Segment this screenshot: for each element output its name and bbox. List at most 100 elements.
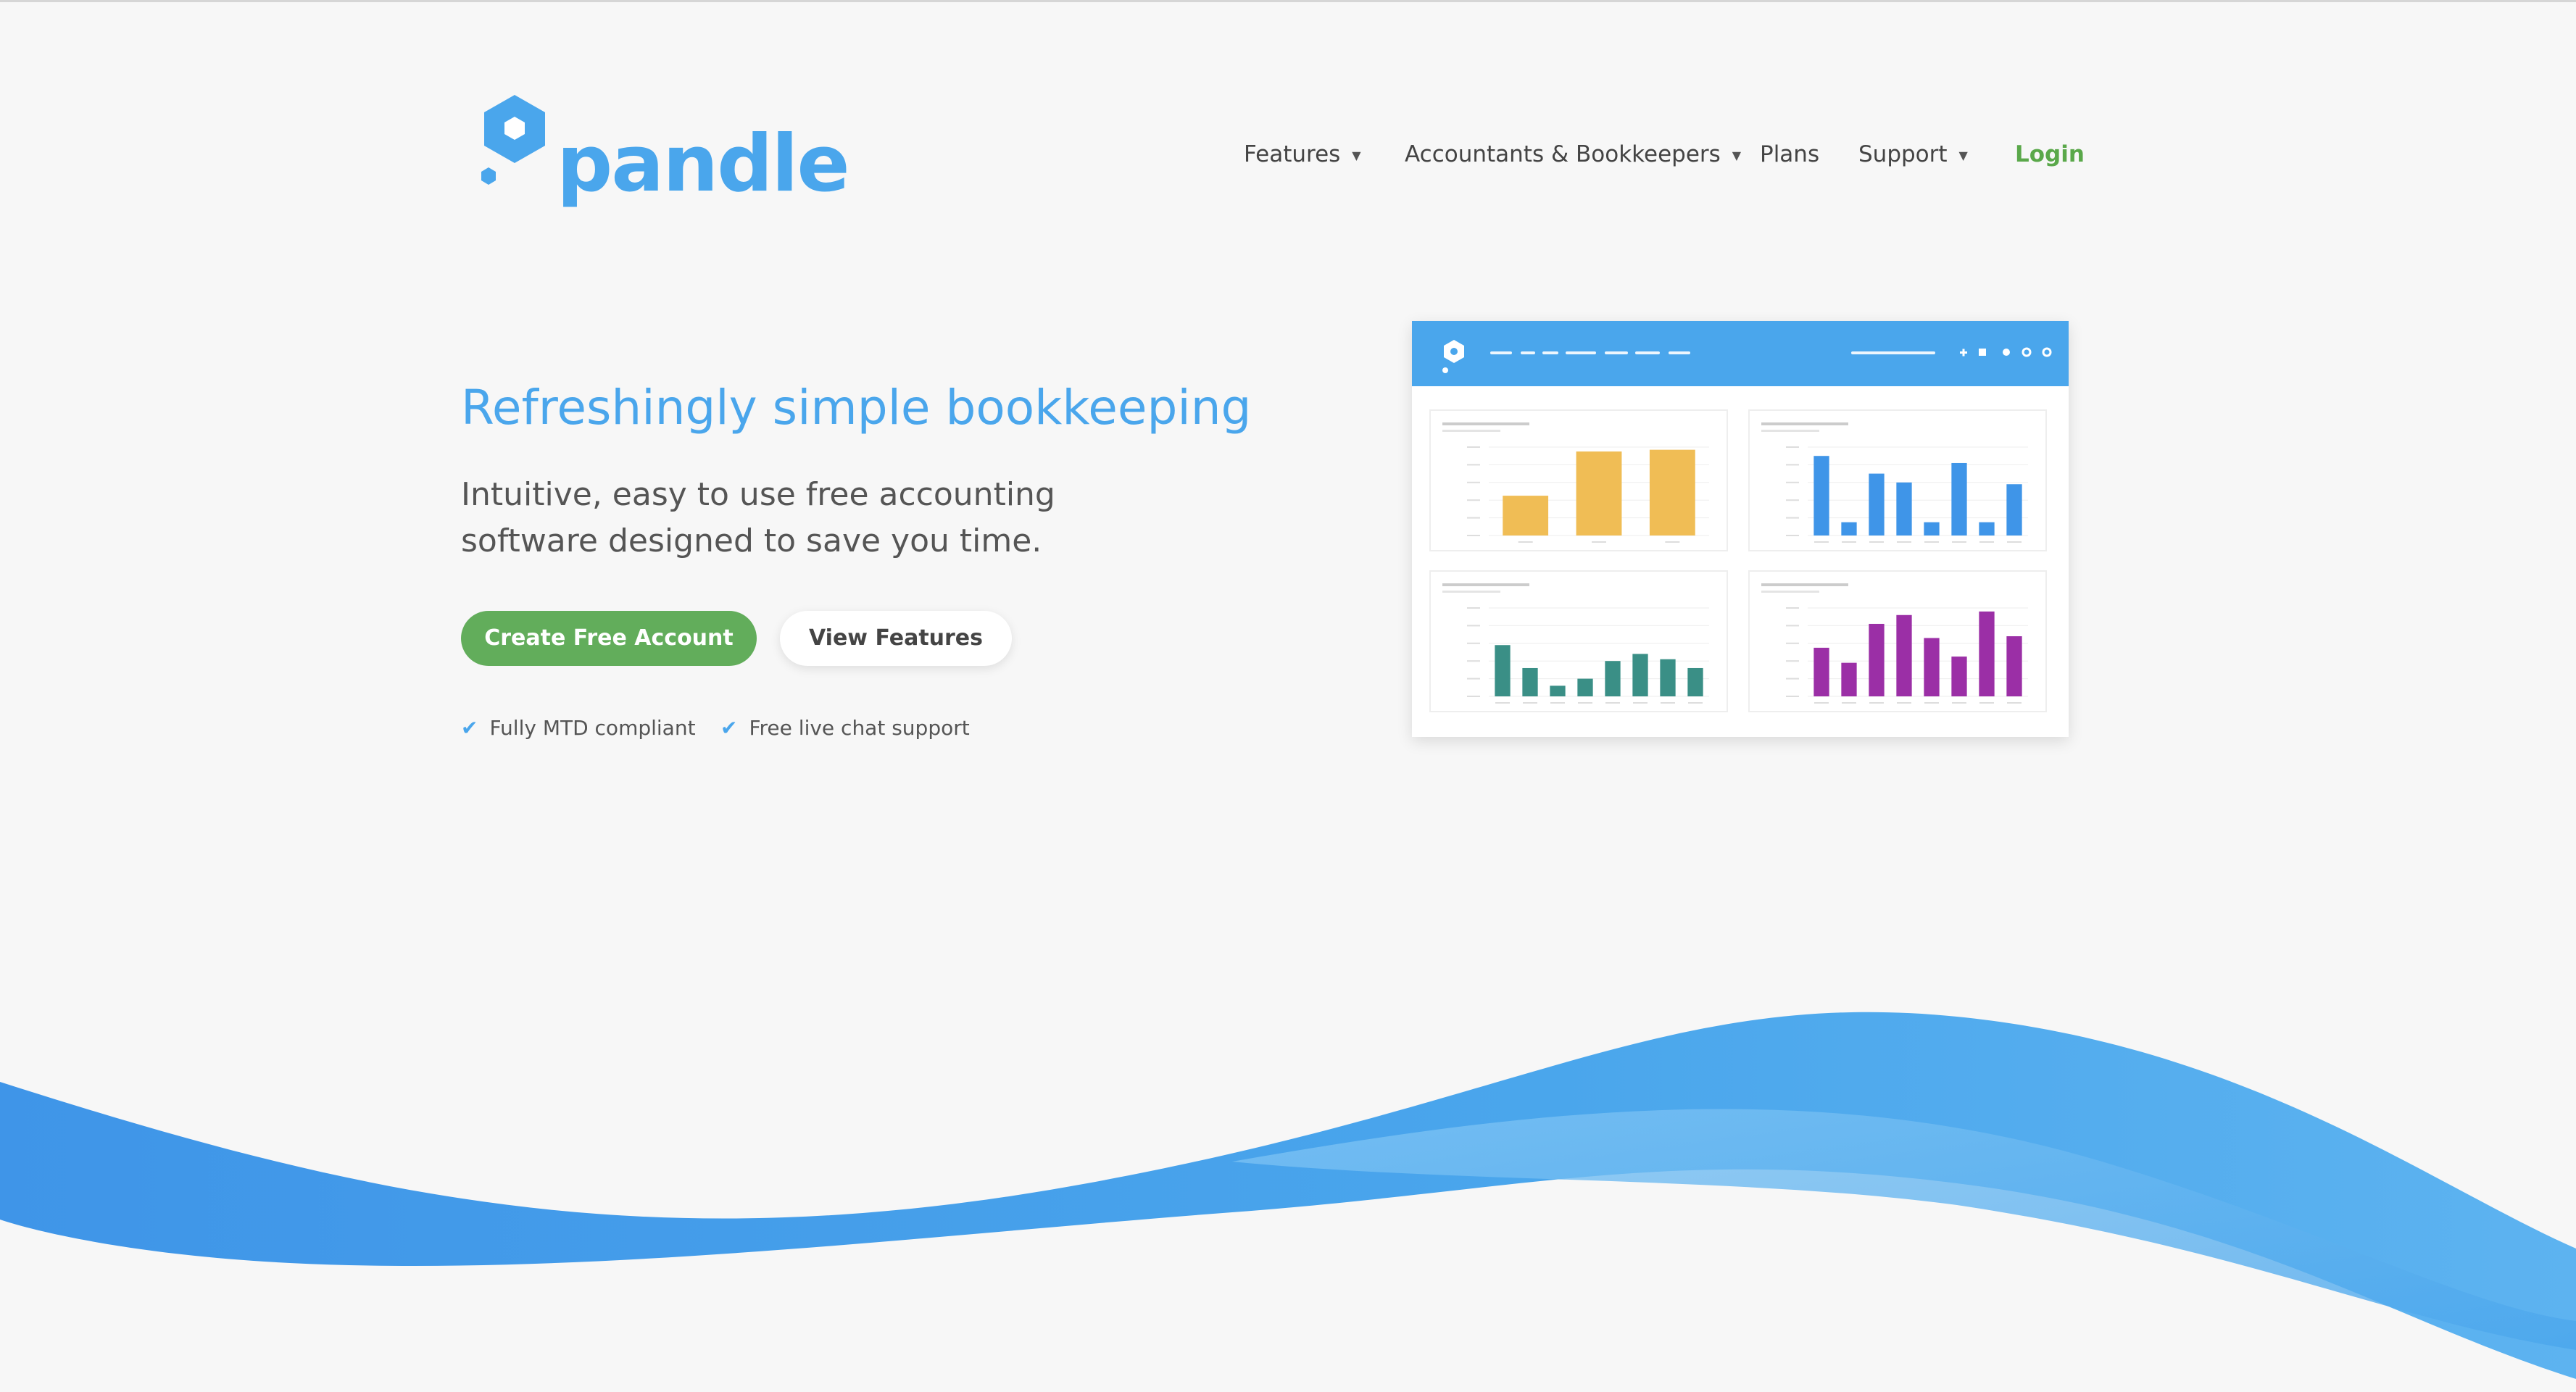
y-tick-placeholder bbox=[1786, 625, 1799, 627]
hero-subtitle: Intuitive, easy to use free accounting s… bbox=[461, 472, 1128, 564]
x-tick-placeholder bbox=[1495, 702, 1510, 704]
x-tick-placeholder bbox=[1814, 702, 1829, 704]
chart-bar bbox=[1896, 614, 1912, 696]
caret-down-icon: ▼ bbox=[1352, 148, 1361, 162]
chart-bar bbox=[1576, 451, 1622, 535]
y-tick-placeholder bbox=[1467, 446, 1480, 448]
checkmark-icon: ✔ bbox=[461, 716, 478, 740]
feature-check-chat: ✔ Free live chat support bbox=[720, 714, 970, 743]
x-tick-placeholder bbox=[1897, 541, 1911, 543]
x-tick-placeholder bbox=[1842, 541, 1856, 543]
panel-subtitle-placeholder bbox=[1761, 591, 1819, 593]
chart-bar bbox=[1605, 661, 1621, 696]
x-tick-placeholder bbox=[1665, 541, 1680, 543]
x-tick-placeholder bbox=[1633, 702, 1648, 704]
x-tick-placeholder bbox=[1924, 702, 1939, 704]
feature-check-mtd: ✔ Fully MTD compliant bbox=[461, 714, 696, 743]
panel-title-placeholder bbox=[1442, 422, 1529, 425]
chart-bar bbox=[1632, 654, 1648, 696]
y-tick-placeholder bbox=[1786, 607, 1799, 609]
chart-bar bbox=[1503, 496, 1549, 535]
panel-title-placeholder bbox=[1761, 422, 1848, 425]
x-tick-placeholder bbox=[1842, 702, 1856, 704]
y-tick-placeholder bbox=[1467, 464, 1480, 466]
y-tick-placeholder bbox=[1786, 660, 1799, 662]
chart-bar bbox=[1979, 611, 1995, 696]
nav-plans-label: Plans bbox=[1760, 141, 1820, 167]
y-tick-placeholder bbox=[1467, 696, 1480, 697]
y-tick-placeholder bbox=[1467, 660, 1480, 662]
chart-bar bbox=[1869, 473, 1885, 535]
chart-bar bbox=[1522, 667, 1538, 696]
nav-plans[interactable]: Plans bbox=[1760, 137, 1819, 172]
y-tick-placeholder bbox=[1786, 481, 1799, 483]
feature-check-label: Free live chat support bbox=[749, 716, 970, 740]
chart-bar bbox=[1951, 657, 1967, 696]
checkmark-icon: ✔ bbox=[720, 716, 738, 740]
chart-bar bbox=[1813, 647, 1829, 696]
hero-subtitle-line-1: Intuitive, easy to use free accounting bbox=[461, 476, 1055, 513]
chart-bar bbox=[2006, 484, 2022, 535]
chart-bar bbox=[1813, 456, 1829, 535]
x-tick-placeholder bbox=[1523, 702, 1537, 704]
x-tick-placeholder bbox=[2007, 702, 2022, 704]
x-tick-placeholder bbox=[1869, 702, 1884, 704]
nav-support-label: Support bbox=[1858, 141, 1948, 167]
chart-bar bbox=[1495, 645, 1511, 696]
y-tick-placeholder bbox=[1467, 499, 1480, 501]
bar-chart-purple bbox=[1761, 583, 2028, 704]
chart-bar bbox=[1660, 659, 1676, 696]
caret-down-icon: ▼ bbox=[1732, 148, 1742, 162]
chart-bar bbox=[2006, 636, 2022, 696]
nav-accountants[interactable]: Accountants & Bookkeepers ▼ bbox=[1405, 137, 1741, 173]
x-tick-placeholder bbox=[1979, 702, 1994, 704]
chart-bar bbox=[1649, 449, 1695, 535]
y-tick-placeholder bbox=[1786, 642, 1799, 644]
decorative-wave bbox=[0, 1012, 2576, 1379]
chart-bar bbox=[1577, 678, 1593, 696]
bar-chart-yellow bbox=[1442, 422, 1709, 543]
nav-support[interactable]: Support ▼ bbox=[1858, 137, 1968, 173]
y-tick-placeholder bbox=[1467, 481, 1480, 483]
chart-bar bbox=[1841, 662, 1857, 696]
chart-bar bbox=[1924, 522, 1940, 535]
y-tick-placeholder bbox=[1786, 446, 1799, 448]
nav-accountants-label: Accountants & Bookkeepers bbox=[1405, 141, 1721, 167]
x-tick-placeholder bbox=[1897, 702, 1911, 704]
x-tick-placeholder bbox=[1952, 541, 1966, 543]
y-tick-placeholder bbox=[1467, 607, 1480, 609]
x-tick-placeholder bbox=[1952, 702, 1966, 704]
y-tick-placeholder bbox=[1786, 517, 1799, 519]
x-tick-placeholder bbox=[1518, 541, 1533, 543]
panel-title-placeholder bbox=[1442, 583, 1529, 586]
x-tick-placeholder bbox=[1592, 541, 1606, 543]
x-tick-placeholder bbox=[1869, 541, 1884, 543]
y-tick-placeholder bbox=[1786, 535, 1799, 536]
chart-panel-3 bbox=[1429, 570, 1728, 712]
nav-features-label: Features bbox=[1244, 141, 1341, 167]
y-tick-placeholder bbox=[1786, 464, 1799, 466]
view-features-button[interactable]: View Features bbox=[780, 611, 1012, 666]
y-tick-placeholder bbox=[1467, 535, 1480, 536]
x-tick-placeholder bbox=[1924, 541, 1939, 543]
caret-down-icon: ▼ bbox=[1958, 148, 1968, 162]
chart-bar bbox=[1924, 638, 1940, 696]
nav-features[interactable]: Features ▼ bbox=[1244, 137, 1361, 173]
chart-bar bbox=[1896, 482, 1912, 535]
create-free-account-button[interactable]: Create Free Account bbox=[461, 611, 757, 666]
x-tick-placeholder bbox=[2007, 541, 2022, 543]
bar-chart-blue bbox=[1761, 422, 2028, 543]
dashboard-preview bbox=[1412, 321, 2069, 737]
chart-bar bbox=[1869, 623, 1885, 696]
x-tick-placeholder bbox=[1814, 541, 1829, 543]
main-nav: Features ▼ Accountants & Bookkeepers ▼ Pla… bbox=[0, 137, 2576, 172]
chart-bar bbox=[1687, 667, 1703, 696]
y-tick-placeholder bbox=[1467, 642, 1480, 644]
y-tick-placeholder bbox=[1467, 678, 1480, 680]
login-link[interactable]: Login bbox=[2015, 137, 2085, 172]
chart-bar bbox=[1841, 522, 1857, 535]
x-tick-placeholder bbox=[1661, 702, 1675, 704]
y-tick-placeholder bbox=[1786, 499, 1799, 501]
bar-chart-teal bbox=[1442, 583, 1709, 704]
y-tick-placeholder bbox=[1467, 625, 1480, 627]
